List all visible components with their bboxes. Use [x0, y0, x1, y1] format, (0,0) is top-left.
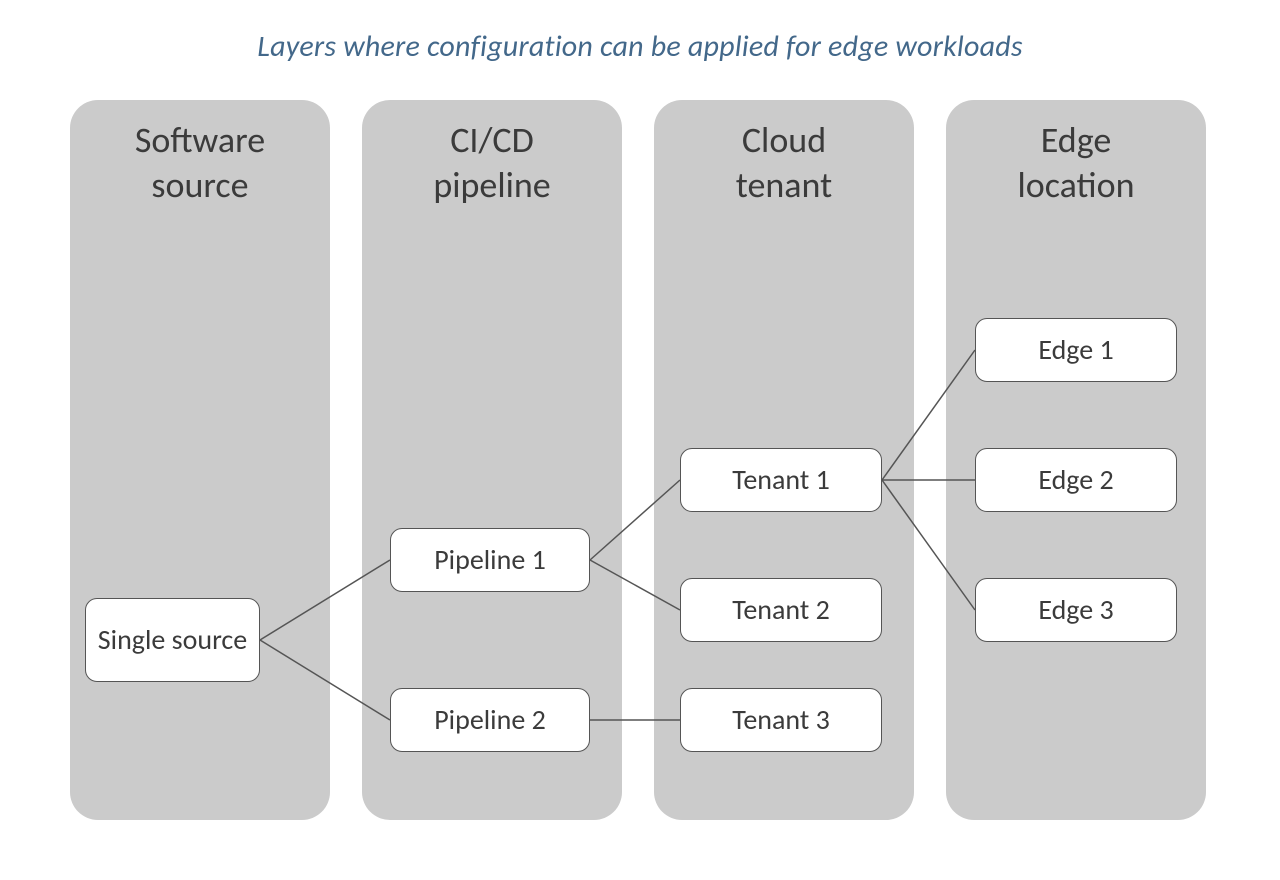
node-label: Single source	[98, 623, 247, 657]
node-edge-3: Edge 3	[975, 578, 1177, 642]
diagram-canvas: Layers where configuration can be applie…	[0, 0, 1280, 880]
node-label: Pipeline 2	[434, 703, 546, 737]
node-label: Edge 2	[1038, 463, 1113, 497]
column-header-line1: Software	[135, 118, 265, 162]
column-header-line1: Edge	[1041, 118, 1112, 162]
column-header-line1: CI/CD	[450, 118, 534, 162]
node-single-source: Single source	[85, 598, 260, 682]
node-tenant-3: Tenant 3	[680, 688, 882, 752]
node-edge-1: Edge 1	[975, 318, 1177, 382]
node-label: Tenant 1	[732, 463, 830, 497]
node-pipeline-1: Pipeline 1	[390, 528, 590, 592]
column-header-line2: location	[1017, 163, 1134, 207]
column-software-source: Software source	[70, 100, 330, 820]
node-label: Edge 1	[1038, 333, 1113, 367]
node-label: Pipeline 1	[434, 543, 546, 577]
node-edge-2: Edge 2	[975, 448, 1177, 512]
diagram-title: Layers where configuration can be applie…	[0, 28, 1280, 65]
column-header: Edge location	[946, 100, 1206, 208]
column-header: Software source	[70, 100, 330, 208]
node-tenant-1: Tenant 1	[680, 448, 882, 512]
column-header-line2: source	[151, 163, 248, 207]
node-label: Edge 3	[1038, 593, 1113, 627]
column-header-line1: Cloud	[742, 118, 826, 162]
node-label: Tenant 2	[732, 593, 830, 627]
column-header: Cloud tenant	[654, 100, 914, 208]
node-tenant-2: Tenant 2	[680, 578, 882, 642]
column-header-line2: tenant	[736, 163, 832, 207]
column-header: CI/CD pipeline	[362, 100, 622, 208]
node-pipeline-2: Pipeline 2	[390, 688, 590, 752]
node-label: Tenant 3	[732, 703, 830, 737]
column-header-line2: pipeline	[433, 163, 550, 207]
